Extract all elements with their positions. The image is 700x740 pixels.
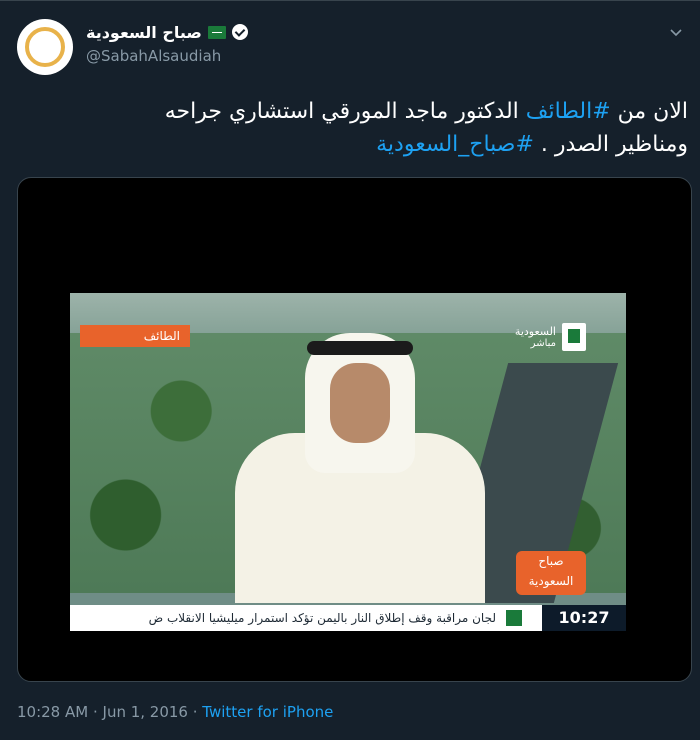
agal <box>307 341 413 355</box>
hashtag-link[interactable]: #صباح_السعودية <box>376 132 534 157</box>
tv-clock: 10:27 <box>542 605 626 631</box>
tweet-header: صباح السعودية @SabahAlsaudiah <box>0 14 700 75</box>
ticker-text: لجان مراقبة وقف إطلاق النار باليمن تؤكد … <box>148 611 496 625</box>
presenter <box>235 333 485 603</box>
tweet-footer: 10:28 AM · Jun 1, 2016 · Twitter for iPh… <box>17 703 333 721</box>
channel-logo: السعودية مباشر <box>515 325 556 349</box>
tweet-source[interactable]: Twitter for iPhone <box>202 703 333 721</box>
tweet-time[interactable]: 10:28 AM <box>17 703 88 721</box>
name-row[interactable]: صباح السعودية <box>86 21 248 43</box>
tweet-text: الان من #الطائف الدكتور ماجد المورقي است… <box>0 95 688 161</box>
live-label: مباشر <box>530 338 556 349</box>
tweet-date[interactable]: Jun 1, 2016 <box>103 703 188 721</box>
location-tag: الطائف <box>80 325 190 347</box>
emblem-icon <box>562 323 586 351</box>
text-segment: الان من <box>610 99 688 124</box>
tweet-line-1: الان من #الطائف الدكتور ماجد المورقي است… <box>0 95 688 128</box>
saudi-flag-icon <box>207 25 226 39</box>
show-logo-line1: صباح <box>538 554 564 568</box>
date-separator: · <box>187 703 203 721</box>
date-separator: · <box>88 703 103 721</box>
display-name[interactable]: صباح السعودية <box>86 23 202 42</box>
face <box>330 363 390 443</box>
text-segment: الدكتور ماجد المورقي استشاري جراحه <box>164 99 526 124</box>
avatar-ring <box>25 27 65 67</box>
user-handle[interactable]: @SabahAlsaudiah <box>86 47 221 65</box>
tweet-line-2: ومناظير الصدر . #صباح_السعودية <box>0 128 688 161</box>
text-segment: ومناظير الصدر . <box>533 132 688 157</box>
top-divider <box>0 0 700 1</box>
news-ticker: لجان مراقبة وقف إطلاق النار باليمن تؤكد … <box>70 605 626 631</box>
channel-name: السعودية <box>514 325 556 338</box>
tweet-media[interactable]: الطائف السعودية مباشر صباح السعودية لجان… <box>17 177 692 682</box>
ticker-icon <box>506 610 522 626</box>
show-logo-line2: السعودية <box>528 574 574 588</box>
avatar[interactable] <box>17 19 73 75</box>
chevron-down-icon[interactable] <box>670 26 682 38</box>
hashtag-link[interactable]: #الطائف <box>526 99 611 124</box>
tv-screen: الطائف السعودية مباشر صباح السعودية لجان… <box>70 293 626 631</box>
verified-badge-icon <box>231 24 248 40</box>
show-logo: صباح السعودية <box>516 551 586 595</box>
